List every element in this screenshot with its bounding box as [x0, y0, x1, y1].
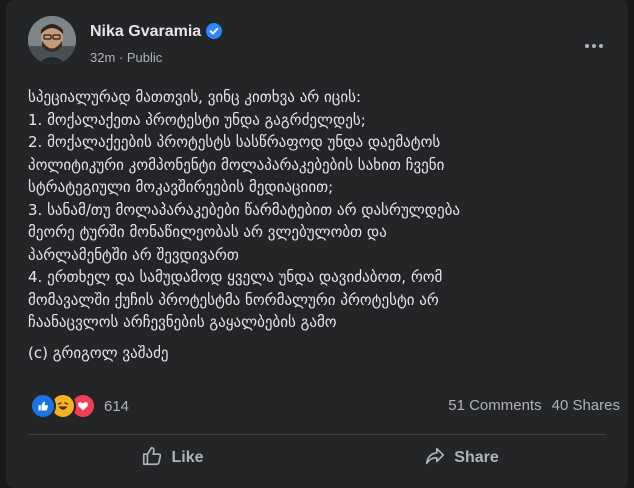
actions-divider: [28, 434, 606, 435]
post-text-line: 2. მოქალაქეების პროტესტს სასწრაფოდ უნდა …: [28, 133, 441, 151]
more-dot: [585, 44, 589, 48]
share-icon: [424, 445, 446, 472]
post-card: Nika Gvaramia 32m · Public სპეციალურად მ…: [6, 0, 628, 488]
post-text: სპეციალურად მათთვის, ვინც კითხვა არ იცის…: [28, 86, 628, 364]
post-actions: Like Share: [28, 439, 606, 477]
post-text-line: 1. მოქალაქეთა პროტესტი უნდა გაგრძელდეს;: [28, 110, 366, 129]
more-options-icon[interactable]: [580, 38, 608, 54]
post-stats: 614 51 Comments 40 Shares: [30, 393, 620, 419]
more-dot: [599, 44, 603, 48]
shares-count[interactable]: 40 Shares: [552, 397, 620, 414]
verified-badge-icon: [206, 23, 223, 39]
post-text-line: ჩაანაცვლოს არჩევნების გაყალბების გამო: [28, 313, 337, 331]
post-meta: 32m · Public: [90, 50, 162, 65]
post-text-line: 3. სანამ/თუ მოლაპარაკებები წარმატებით არ…: [28, 200, 461, 219]
comments-count[interactable]: 51 Comments: [448, 397, 541, 414]
post-text-line: პოლიტიკური კომპონენტი მოლაპარაკებების სა…: [28, 155, 445, 174]
post-audience: Public: [126, 50, 163, 65]
author-name[interactable]: Nika Gvaramia: [90, 23, 201, 40]
share-label: Share: [454, 449, 499, 466]
author-line: Nika Gvaramia: [90, 23, 223, 41]
like-icon: [141, 445, 163, 472]
like-reaction-icon: [30, 393, 56, 419]
post-text-line: 4. ერთხელ და სამუდამოდ ყველა უნდა დავიძა…: [28, 268, 443, 286]
post-text-line: სპეციალურად მათთვის, ვინც კითხვა არ იცის…: [28, 88, 362, 106]
reactions-summary[interactable]: 614: [30, 393, 129, 419]
author-avatar[interactable]: [28, 16, 76, 64]
post-time[interactable]: 32m: [90, 50, 115, 65]
meta-separator: ·: [118, 50, 124, 65]
reaction-count: 614: [104, 397, 130, 415]
share-button[interactable]: Share: [317, 439, 606, 477]
post-signature: (c) გრიგოლ ვაშაძე: [28, 343, 169, 362]
more-dot: [592, 44, 596, 48]
post-text-line: მომავალში ქუჩის პროტესტმა ნორმალური პროტ…: [28, 290, 439, 309]
like-button[interactable]: Like: [28, 439, 317, 477]
engagement-counts: 51 Comments 40 Shares: [448, 397, 620, 414]
post-text-line: სტრატეგიული მოკავშირეების მედიაციით;: [28, 178, 334, 196]
post-text-line: მეორე ტურში მონაწილეობას არ ვლებულობთ და: [28, 223, 387, 241]
like-label: Like: [171, 449, 204, 466]
post-text-line: პარლამენტში არ შევდივართ: [28, 245, 239, 264]
avatar-image: [28, 16, 76, 64]
